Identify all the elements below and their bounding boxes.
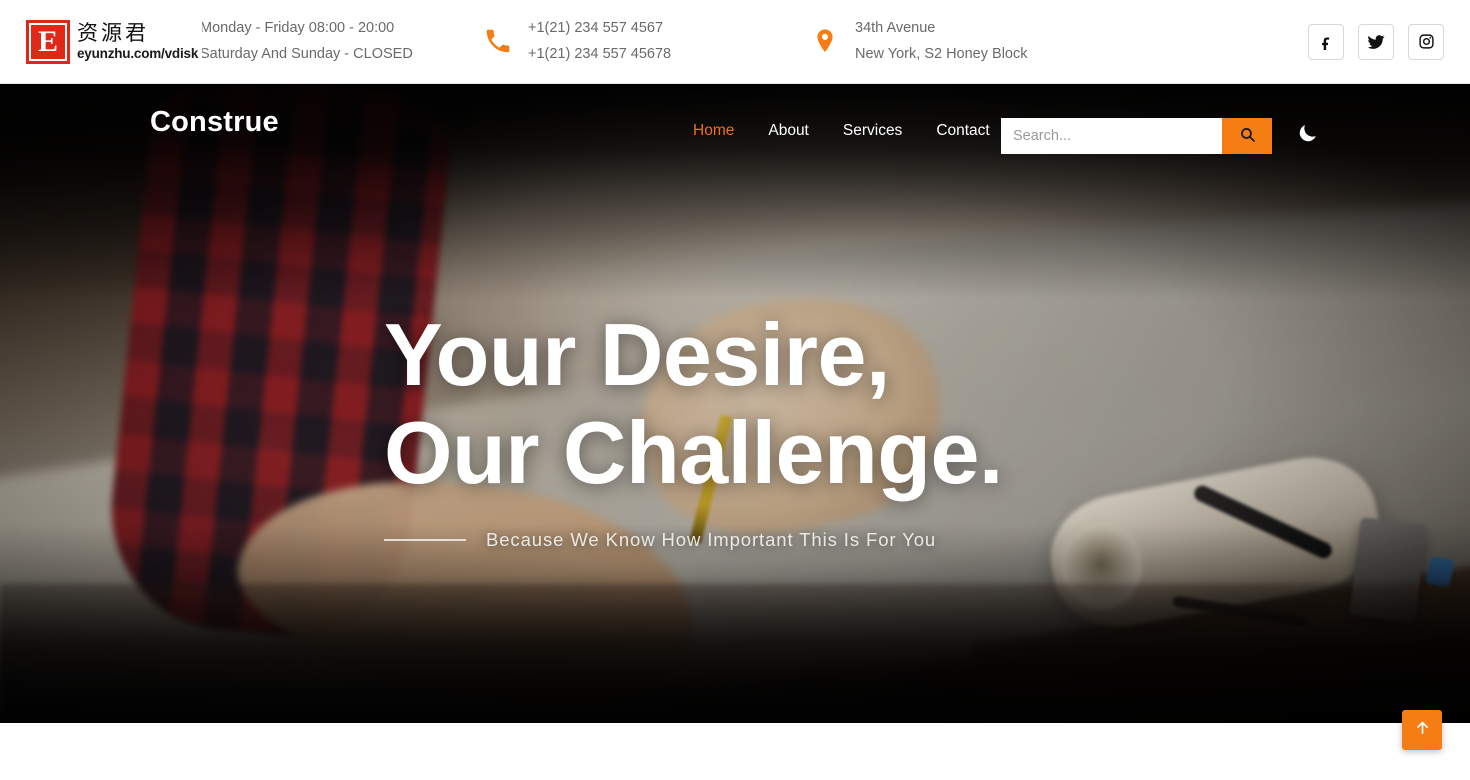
nav-link-services[interactable]: Services [843,122,902,140]
twitter-icon [1367,33,1385,51]
topbar-hours-line2: Saturday And Sunday - CLOSED [200,45,413,62]
topbar-phone-line1: +1(21) 234 557 4567 [528,19,664,36]
moon-icon [1296,122,1319,150]
navbar-brand[interactable]: Construe [150,106,279,139]
topbar-hours: Monday - Friday 08:00 - 20:00 Saturday A… [200,18,413,64]
arrow-up-icon [1414,719,1431,741]
topbar-address-line2: New York, S2 Honey Block [855,45,1028,62]
hero-subtitle: Because We Know How Important This Is Fo… [486,529,937,550]
map-pin-icon [805,19,845,63]
hero-subtitle-rule [384,539,466,541]
phone-icon [478,19,518,63]
topbar-phone-line2: +1(21) 234 557 45678 [528,45,672,62]
nav-link-contact[interactable]: Contact [936,122,989,140]
topbar-phone[interactable]: +1(21) 234 557 4567 +1(21) 234 557 45678 [478,18,671,64]
topbar-address-lines: 34th Avenue New York, S2 Honey Block [855,18,1027,64]
logo-url-text: eyunzhu.com/vdisk [77,45,199,61]
social-link-instagram[interactable] [1408,23,1444,60]
topbar-hours-line1: Monday - Friday 08:00 - 20:00 [200,19,395,36]
top-info-bar: E 资源君 eyunzhu.com/vdisk Monday - Friday … [0,0,1470,84]
nav-link-home[interactable]: Home [693,122,734,140]
logo-chinese-text: 资源君 [77,21,149,46]
topbar-phone-lines: +1(21) 234 557 4567 +1(21) 234 557 45678 [528,18,671,64]
topbar-address-line1: 34th Avenue [855,19,936,36]
topbar-hours-lines: Monday - Friday 08:00 - 20:00 Saturday A… [200,18,413,64]
search-button[interactable] [1222,118,1272,154]
page-root: E 资源君 eyunzhu.com/vdisk Monday - Friday … [0,0,1470,780]
topbar-address[interactable]: 34th Avenue New York, S2 Honey Block [805,18,1027,64]
scroll-to-top-button[interactable] [1402,710,1442,750]
social-link-twitter[interactable] [1358,23,1394,60]
site-logo[interactable]: E 资源君 eyunzhu.com/vdisk [24,17,203,66]
hero-title-line1: Your Desire, [384,305,890,404]
logo-mark: E [26,19,70,64]
top-info-bar-inner: E 资源君 eyunzhu.com/vdisk Monday - Friday … [0,0,1470,84]
nav-link-about[interactable]: About [768,122,809,140]
instagram-icon [1418,33,1435,50]
search-icon [1239,126,1256,146]
logo-text-group: 资源君 eyunzhu.com/vdisk [77,20,198,64]
hero-subtitle-row: Because We Know How Important This Is Fo… [384,529,936,551]
social-link-facebook[interactable] [1308,23,1344,60]
navbar-search [1001,118,1272,154]
search-input[interactable] [1001,118,1222,154]
logo-mark-letter: E [29,22,67,61]
hero-title-line2: Our Challenge. [384,403,1003,502]
theme-toggle-button[interactable] [1294,122,1320,150]
navbar-links: Home About Services Contact [693,122,990,140]
page-body-below-hero [0,723,1470,780]
social-links [1308,23,1444,60]
facebook-icon [1318,34,1334,50]
hero-title: Your Desire, Our Challenge. [384,306,1003,502]
